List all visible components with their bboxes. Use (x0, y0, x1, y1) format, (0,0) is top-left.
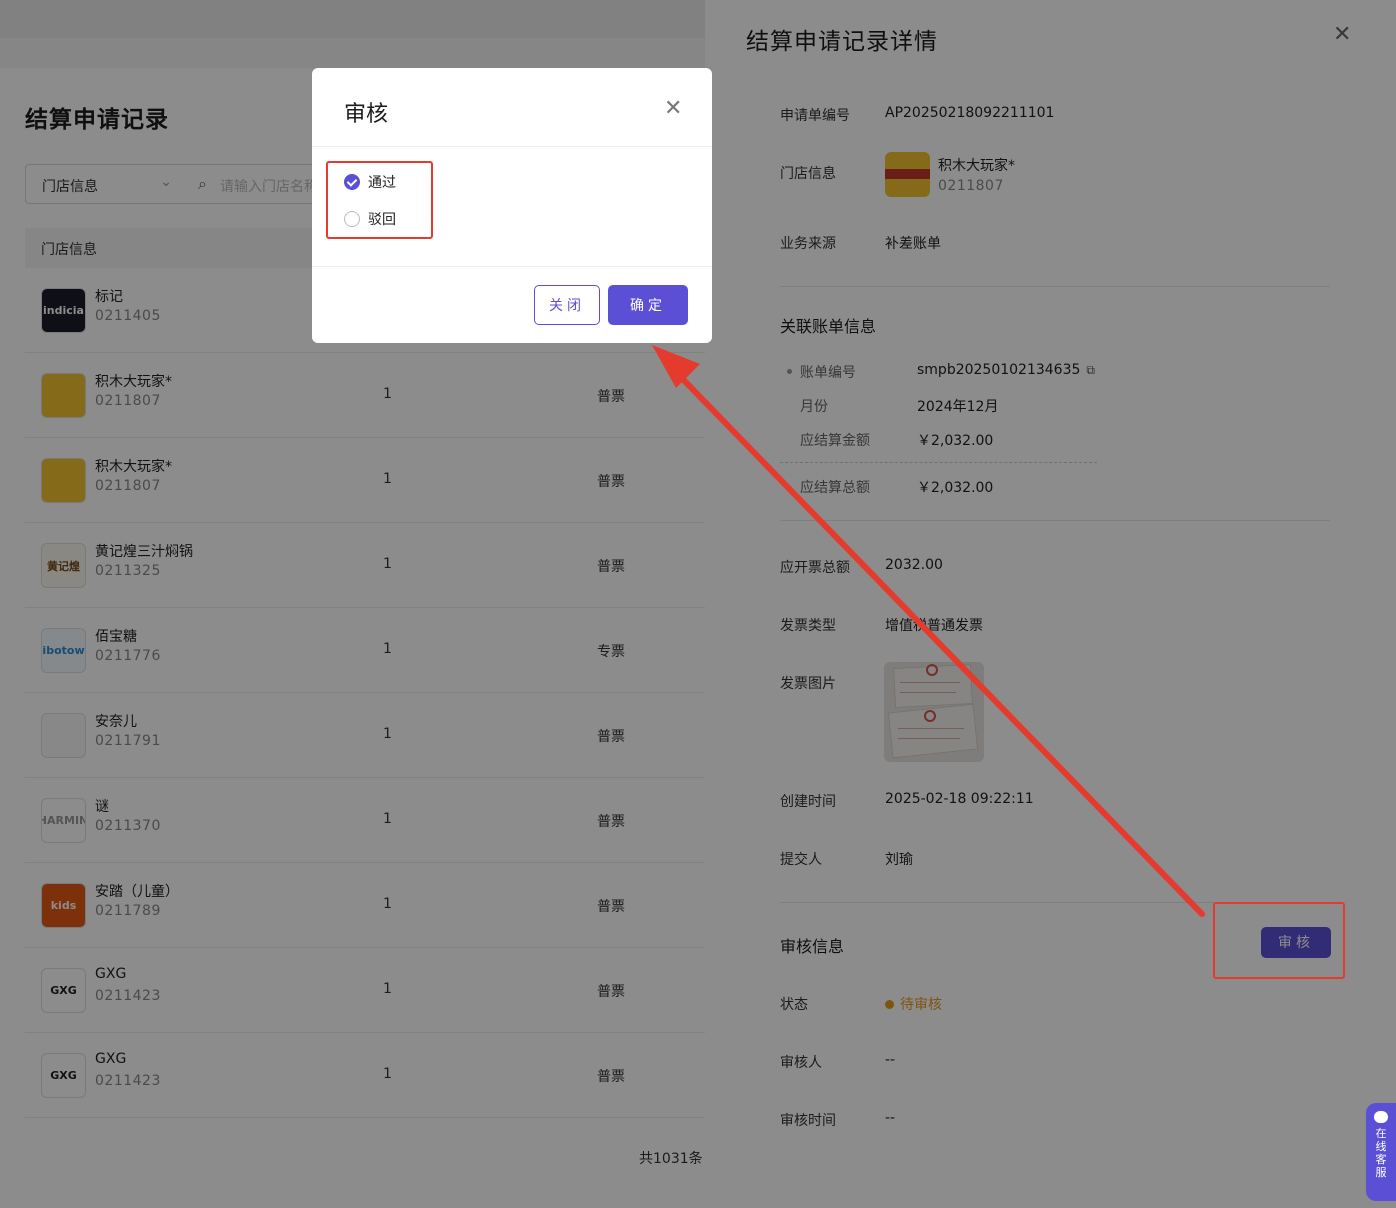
annotation-box-options (326, 161, 433, 239)
modal-close-button[interactable]: 关闭 (534, 285, 600, 325)
modal-confirm-button[interactable]: 确定 (608, 285, 688, 325)
drawer-mask (705, 0, 1396, 1208)
annotation-box-audit-button (1213, 902, 1345, 979)
modal-divider (312, 266, 712, 267)
chat-bubble-icon (1374, 1111, 1388, 1123)
close-icon[interactable]: ✕ (664, 96, 682, 121)
modal-title: 审核 (344, 102, 389, 127)
online-support-button[interactable]: 在线客服 (1366, 1103, 1396, 1201)
modal-divider (312, 146, 712, 147)
support-label: 在线客服 (1375, 1127, 1387, 1179)
